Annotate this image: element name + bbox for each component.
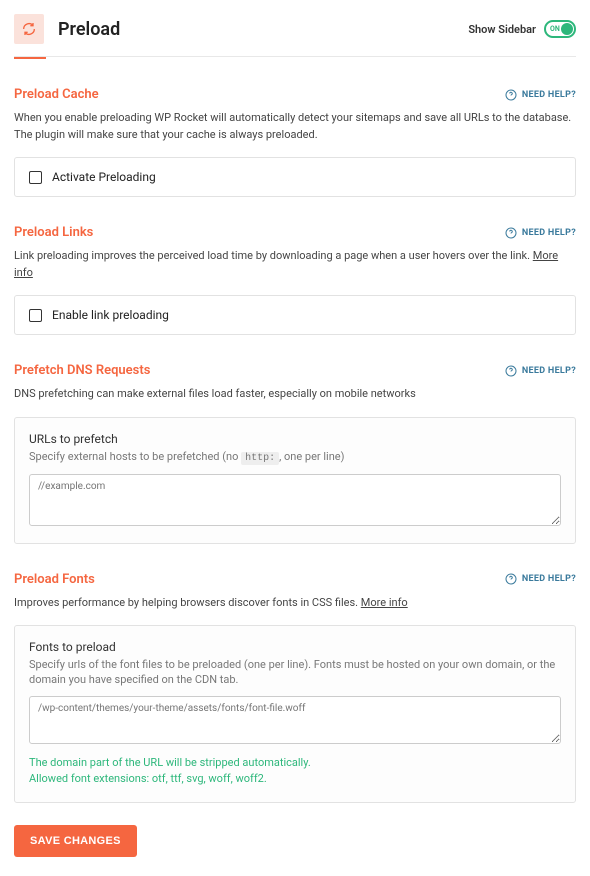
- section-preload-fonts: Preload Fonts NEED HELP? Improves perfor…: [14, 572, 576, 803]
- page-header: Preload Show Sidebar ON: [14, 0, 576, 57]
- option-label: Activate Preloading: [52, 170, 156, 184]
- save-changes-button[interactable]: SAVE CHANGES: [14, 825, 137, 857]
- toggle-knob: [561, 23, 573, 35]
- enable-link-preloading-option[interactable]: Enable link preloading: [14, 295, 576, 335]
- urls-to-prefetch-input[interactable]: [29, 474, 561, 526]
- activate-preloading-option[interactable]: Activate Preloading: [14, 157, 576, 197]
- section-desc: Link preloading improves the perceived l…: [14, 248, 576, 281]
- show-sidebar-toggle[interactable]: ON: [544, 20, 576, 38]
- section-title: Preload Links: [14, 225, 93, 240]
- fonts-to-preload-input[interactable]: [29, 696, 561, 744]
- form-title: URLs to prefetch: [29, 432, 561, 446]
- enable-link-preloading-checkbox[interactable]: [29, 309, 42, 322]
- form-desc: Specify urls of the font files to be pre…: [29, 657, 561, 688]
- option-label: Enable link preloading: [52, 308, 169, 322]
- form-desc: Specify external hosts to be prefetched …: [29, 449, 561, 466]
- section-preload-cache: Preload Cache NEED HELP? When you enable…: [14, 87, 576, 197]
- http-code: http:: [241, 452, 279, 465]
- toggle-state: ON: [550, 25, 560, 33]
- need-help-link[interactable]: NEED HELP?: [505, 573, 576, 585]
- need-help-link[interactable]: NEED HELP?: [505, 89, 576, 101]
- need-help-link[interactable]: NEED HELP?: [505, 365, 576, 377]
- form-title: Fonts to preload: [29, 640, 561, 654]
- help-icon: [505, 227, 517, 239]
- activate-preloading-checkbox[interactable]: [29, 171, 42, 184]
- section-desc: Improves performance by helping browsers…: [14, 595, 576, 612]
- prefetch-form: URLs to prefetch Specify external hosts …: [14, 417, 576, 544]
- section-title: Preload Fonts: [14, 572, 95, 587]
- section-title: Preload Cache: [14, 87, 99, 102]
- show-sidebar-label: Show Sidebar: [468, 23, 536, 36]
- preload-icon: [14, 14, 44, 44]
- fonts-form: Fonts to preload Specify urls of the fon…: [14, 625, 576, 803]
- help-icon: [505, 573, 517, 585]
- need-help-link[interactable]: NEED HELP?: [505, 227, 576, 239]
- section-desc: DNS prefetching can make external files …: [14, 386, 576, 403]
- section-preload-links: Preload Links NEED HELP? Link preloading…: [14, 225, 576, 335]
- page-title: Preload: [58, 19, 120, 40]
- help-icon: [505, 89, 517, 101]
- help-icon: [505, 365, 517, 377]
- section-prefetch-dns: Prefetch DNS Requests NEED HELP? DNS pre…: [14, 363, 576, 544]
- section-desc: When you enable preloading WP Rocket wil…: [14, 110, 576, 143]
- font-hint: The domain part of the URL will be strip…: [29, 755, 561, 788]
- more-info-link[interactable]: More info: [361, 596, 408, 609]
- section-title: Prefetch DNS Requests: [14, 363, 150, 378]
